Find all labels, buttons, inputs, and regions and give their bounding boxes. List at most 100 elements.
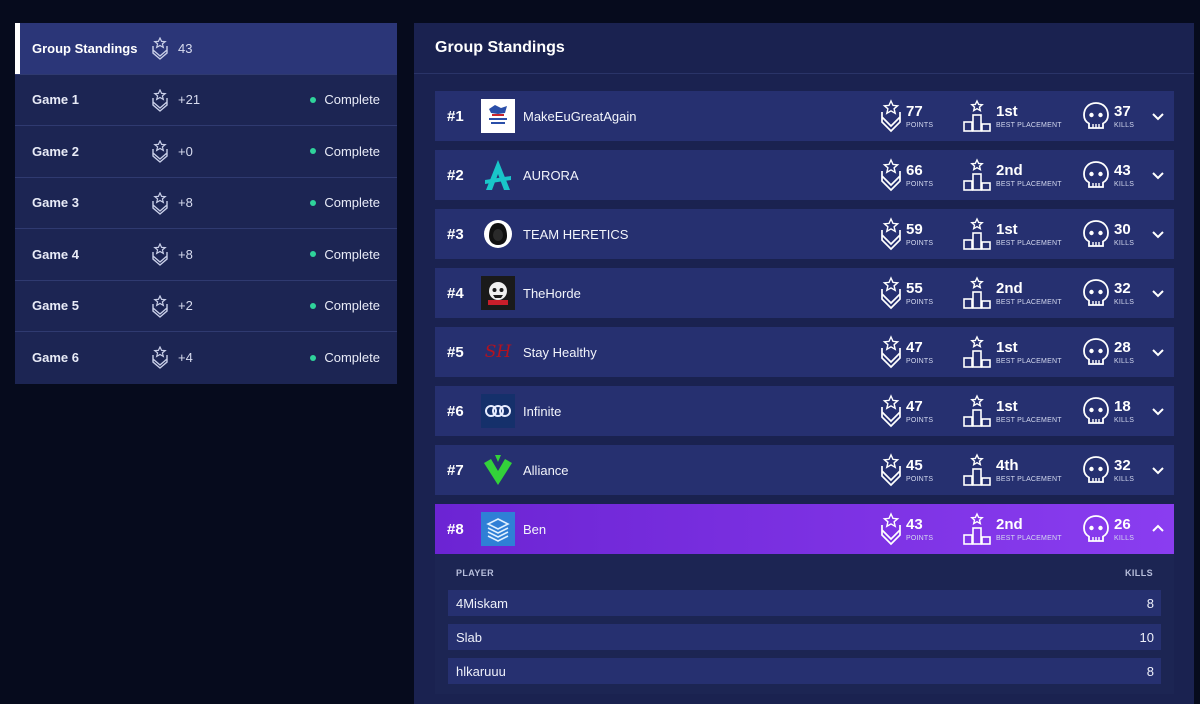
ben-logo	[481, 512, 515, 546]
team-name: TEAM HERETICS	[523, 226, 629, 242]
placement-label: BEST PLACEMENT	[996, 534, 1062, 542]
kills-value: 26	[1114, 515, 1131, 533]
team-rank: #2	[447, 166, 464, 184]
kills-label: KILLS	[1114, 416, 1135, 424]
team-best-placement: 2nd BEST PLACEMENT	[962, 275, 1062, 311]
points-value: 59	[906, 220, 923, 238]
points-value: 55	[906, 279, 923, 297]
points-label: POINTS	[906, 298, 934, 306]
sidebar-item-game-3[interactable]: Game 3 +8 Complete	[15, 178, 397, 229]
placement-label: BEST PLACEMENT	[996, 475, 1062, 483]
points-label: POINTS	[906, 121, 934, 129]
chevron-down-icon[interactable]	[1151, 227, 1165, 241]
team-best-placement: 1st BEST PLACEMENT	[962, 393, 1062, 429]
points-label: POINTS	[906, 475, 934, 483]
team-best-placement: 1st BEST PLACEMENT	[962, 98, 1062, 134]
kills-label: KILLS	[1114, 239, 1135, 247]
sidebar-item-game-4[interactable]: Game 4 +8 Complete	[15, 229, 397, 281]
chevron-down-icon[interactable]	[1151, 168, 1165, 182]
chevron-down-icon[interactable]	[1151, 404, 1165, 418]
team-points: 66 POINTS	[880, 157, 933, 193]
standings-panel: Group Standings #1 MakeEuGreatAgain 77 PO…	[414, 23, 1194, 704]
sidebar-item-game-1[interactable]: Game 1 +21 Complete	[15, 75, 397, 126]
podium-star-icon	[963, 158, 991, 191]
team-row[interactable]: #1 MakeEuGreatAgain 77 POINTS 1st BEST PLA…	[435, 91, 1174, 141]
kills-value: 28	[1114, 338, 1131, 356]
status-text: Complete	[324, 143, 380, 159]
points-value: 45	[906, 456, 923, 474]
status-text: Complete	[324, 195, 380, 211]
status-text: Complete	[324, 246, 380, 262]
placement-label: BEST PLACEMENT	[996, 239, 1062, 247]
placement-label: BEST PLACEMENT	[996, 180, 1062, 188]
chevron-down-icon[interactable]	[1151, 463, 1165, 477]
team-best-placement: 4th BEST PLACEMENT	[962, 452, 1062, 488]
shield-star-icon	[152, 37, 168, 60]
sidebar-item-game-2[interactable]: Game 2 +0 Complete	[15, 126, 397, 178]
team-points: 43 POINTS	[880, 511, 933, 547]
player-row: Slab 10	[448, 624, 1161, 650]
aurora-logo	[481, 158, 515, 192]
placement-value: 4th	[996, 456, 1019, 474]
team-name: MakeEuGreatAgain	[523, 108, 637, 124]
kills-value: 32	[1114, 456, 1131, 474]
team-row[interactable]: #3 TEAM HERETICS 59 POINTS 1st BEST PLACEM…	[435, 209, 1174, 259]
kills-label: KILLS	[1114, 475, 1135, 483]
placement-value: 1st	[996, 397, 1018, 415]
sidebar-item-label: Game 3	[32, 195, 79, 211]
podium-star-icon	[963, 217, 991, 250]
podium-star-icon	[963, 394, 991, 427]
placement-label: BEST PLACEMENT	[996, 416, 1062, 424]
sidebar-item-game-5[interactable]: Game 5 +2 Complete	[15, 281, 397, 332]
player-row: hlkaruuu 8	[448, 658, 1161, 684]
kills-label: KILLS	[1114, 121, 1135, 129]
page-title: Group Standings	[414, 23, 1194, 74]
team-best-placement: 1st BEST PLACEMENT	[962, 216, 1062, 252]
team-name: Stay Healthy	[523, 344, 597, 360]
shield-star-icon	[152, 243, 168, 266]
sidebar-item-game-6[interactable]: Game 6 +4 Complete	[15, 332, 397, 384]
placement-label: BEST PLACEMENT	[996, 357, 1062, 365]
shield-star-icon	[152, 346, 168, 369]
team-name: Infinite	[523, 403, 562, 419]
heretics-logo	[481, 217, 515, 251]
team-row[interactable]: #4 TheHorde 55 POINTS 2nd BEST PLACEMENT 3…	[435, 268, 1174, 318]
points-value: 77	[906, 102, 923, 120]
team-name: AURORA	[523, 167, 579, 183]
team-name: Ben	[523, 521, 547, 537]
skull-icon	[1083, 279, 1109, 306]
podium-star-icon	[963, 99, 991, 132]
placement-value: 1st	[996, 338, 1018, 356]
team-points: 55 POINTS	[880, 275, 933, 311]
team-kills: 28 KILLS	[1082, 334, 1134, 370]
status-dot-icon	[310, 251, 317, 258]
team-row-selected[interactable]: #8 Ben 43 POINTS 2nd BEST PLACEMENT 26 KILL…	[435, 504, 1174, 554]
shield-star-icon	[881, 335, 901, 369]
player-name: 4Miskam	[456, 595, 509, 611]
sidebar-item-group-standings[interactable]: Group Standings 43	[15, 23, 397, 75]
kills-value: 18	[1114, 397, 1131, 415]
meuga-logo	[481, 99, 515, 133]
skull-icon	[1083, 102, 1109, 129]
status-text: Complete	[324, 92, 380, 108]
kills-label: KILLS	[1114, 180, 1135, 188]
status-dot-icon	[310, 199, 317, 206]
status-badge: Complete	[310, 144, 380, 159]
team-row[interactable]: #7 Alliance 45 POINTS 4th BEST PLACEMENT 3…	[435, 445, 1174, 495]
sidebar-item-label: Game 4	[32, 246, 79, 262]
sidebar-item-points: +2	[178, 298, 193, 314]
chevron-up-icon[interactable]	[1151, 522, 1165, 536]
points-value: 43	[906, 515, 923, 533]
team-name: Alliance	[523, 462, 569, 478]
sidebar-item-points: +4	[178, 350, 193, 366]
status-text: Complete	[324, 298, 380, 314]
player-column-header: PLAYER	[456, 568, 495, 578]
chevron-down-icon[interactable]	[1151, 286, 1165, 300]
chevron-down-icon[interactable]	[1151, 345, 1165, 359]
team-row[interactable]: #2 AURORA 66 POINTS 2nd BEST PLACEMENT 43 K…	[435, 150, 1174, 200]
team-row[interactable]: #6 Infinite 47 POINTS 1st BEST PLACEMENT 1…	[435, 386, 1174, 436]
team-row[interactable]: #5 SH Stay Healthy 47 POINTS 1st BEST PLAC…	[435, 327, 1174, 377]
chevron-down-icon[interactable]	[1151, 109, 1165, 123]
skull-icon	[1083, 397, 1109, 424]
horde-logo	[481, 276, 515, 310]
